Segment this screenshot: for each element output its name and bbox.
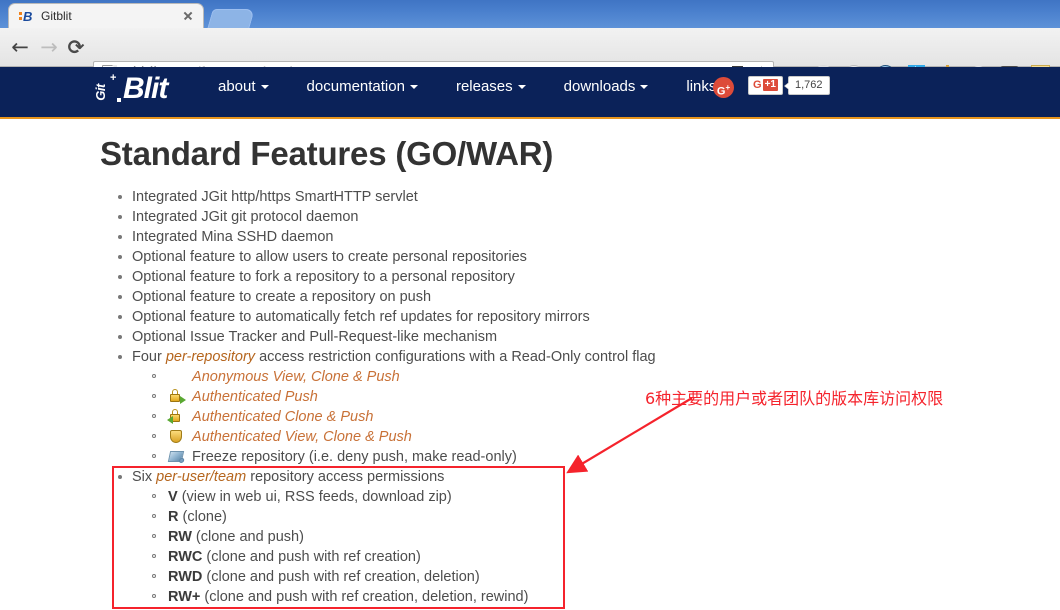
restriction-label: Freeze repository (i.e. deny push, make … xyxy=(192,449,517,465)
plus-one-button[interactable]: G +1 xyxy=(748,75,783,95)
new-tab-button[interactable] xyxy=(207,9,255,29)
feature-text: Optional feature to allow users to creat… xyxy=(132,249,527,265)
list-item: Integrated JGit git protocol daemon xyxy=(118,207,1032,227)
google-plus-icon[interactable]: G+ xyxy=(713,77,734,98)
freeze-icon xyxy=(167,449,185,464)
feature-text: Optional Issue Tracker and Pull-Request-… xyxy=(132,329,498,345)
menu-label: downloads xyxy=(563,78,636,95)
reload-icon: ⟳ xyxy=(67,35,85,59)
annotation-highlight-box xyxy=(112,466,565,609)
feature-text: Integrated JGit http/https SmartHTTP ser… xyxy=(132,189,418,205)
list-item: Optional feature to fork a repository to… xyxy=(118,267,1032,287)
restriction-item: Freeze repository (i.e. deny push, make … xyxy=(152,447,1032,467)
feature-text: Optional feature to automatically fetch … xyxy=(132,309,590,325)
menu-label: links xyxy=(686,78,717,95)
tab-title: Gitblit xyxy=(41,9,72,23)
menu-item-releases[interactable]: releases xyxy=(456,78,526,95)
logo-git-text: Git xyxy=(92,84,108,101)
menu-item-about[interactable]: about xyxy=(218,78,269,95)
list-item: Integrated JGit http/https SmartHTTP ser… xyxy=(118,187,1032,207)
reload-button[interactable]: ⟳ xyxy=(65,36,87,58)
chevron-down-icon xyxy=(640,85,649,90)
list-item: Optional feature to allow users to creat… xyxy=(118,247,1032,267)
gitblit-logo[interactable]: Git + Blit xyxy=(93,72,169,105)
restriction-item: Authenticated View, Clone & Push xyxy=(152,427,1032,447)
gplus-sup: + xyxy=(725,83,731,92)
list-item: Optional feature to create a repository … xyxy=(118,287,1032,307)
restriction-item: Authenticated Clone & Push xyxy=(152,407,1032,427)
restriction-label: Authenticated Push xyxy=(192,389,318,405)
feature-text: Integrated JGit git protocol daemon xyxy=(132,209,359,225)
annotation-text: 6种主要的用户或者团队的版本库访问权限 xyxy=(645,389,944,408)
browser-toolbar: ← → ⟳ gitblit.com/features.html 文 A ☆ ⚏ xyxy=(0,28,1060,86)
four-suffix: access restriction configurations with a… xyxy=(255,349,656,365)
forward-button[interactable]: → xyxy=(38,36,60,58)
back-button[interactable]: ← xyxy=(9,36,31,58)
restriction-label: Authenticated View, Clone & Push xyxy=(192,429,412,445)
site-menu: about documentation releases downloads l… xyxy=(218,78,767,95)
close-icon[interactable] xyxy=(179,7,197,25)
lock-clone-push-icon xyxy=(167,409,185,424)
chevron-down-icon xyxy=(260,85,269,90)
restrictions-list: Anonymous View, Clone & Push Authenticat… xyxy=(132,367,1032,467)
logo-plus-text: + xyxy=(110,72,117,84)
menu-item-downloads[interactable]: downloads xyxy=(564,78,649,95)
list-item: Optional feature to automatically fetch … xyxy=(118,307,1032,327)
restriction-label: Authenticated Clone & Push xyxy=(192,409,374,425)
four-emphasis: per-repository xyxy=(165,349,256,365)
menu-label: documentation xyxy=(306,78,405,95)
browser-tab[interactable]: B Gitblit xyxy=(8,3,204,28)
feature-text: Optional feature to fork a repository to… xyxy=(132,269,515,285)
no-icon-spacer xyxy=(168,369,185,384)
restriction-item: Anonymous View, Clone & Push xyxy=(152,367,1032,387)
shield-icon xyxy=(168,429,185,444)
menu-label: releases xyxy=(455,78,513,95)
four-prefix: Four xyxy=(132,349,166,365)
menu-item-documentation[interactable]: documentation xyxy=(307,78,418,95)
lock-push-icon xyxy=(168,389,186,404)
list-item: Optional Issue Tracker and Pull-Request-… xyxy=(118,327,1032,347)
menu-label: about xyxy=(218,78,256,95)
plus-one-g: G xyxy=(753,78,762,91)
plus-one-count: 1,762 xyxy=(784,75,830,95)
back-arrow-icon: ← xyxy=(11,35,29,59)
gitblit-favicon: B xyxy=(19,9,34,24)
chevron-down-icon xyxy=(409,85,418,90)
list-item: Integrated Mina SSHD daemon xyxy=(118,227,1032,247)
google-plus-one-widget: G +1 1,762 xyxy=(748,75,830,95)
page-title: Standard Features (GO/WAR) xyxy=(100,135,554,172)
plus-one-badge: +1 xyxy=(762,79,778,91)
logo-blit-text: Blit xyxy=(123,72,168,105)
restriction-label: Anonymous View, Clone & Push xyxy=(192,369,400,385)
chevron-down-icon xyxy=(517,85,526,90)
browser-window: B Gitblit ← → ⟳ gitblit.com/features.htm… xyxy=(0,0,1060,610)
feature-text: Integrated Mina SSHD daemon xyxy=(132,229,334,245)
forward-arrow-icon: → xyxy=(40,35,58,59)
tab-strip: B Gitblit xyxy=(0,0,1060,29)
feature-text: Optional feature to create a repository … xyxy=(132,289,432,305)
